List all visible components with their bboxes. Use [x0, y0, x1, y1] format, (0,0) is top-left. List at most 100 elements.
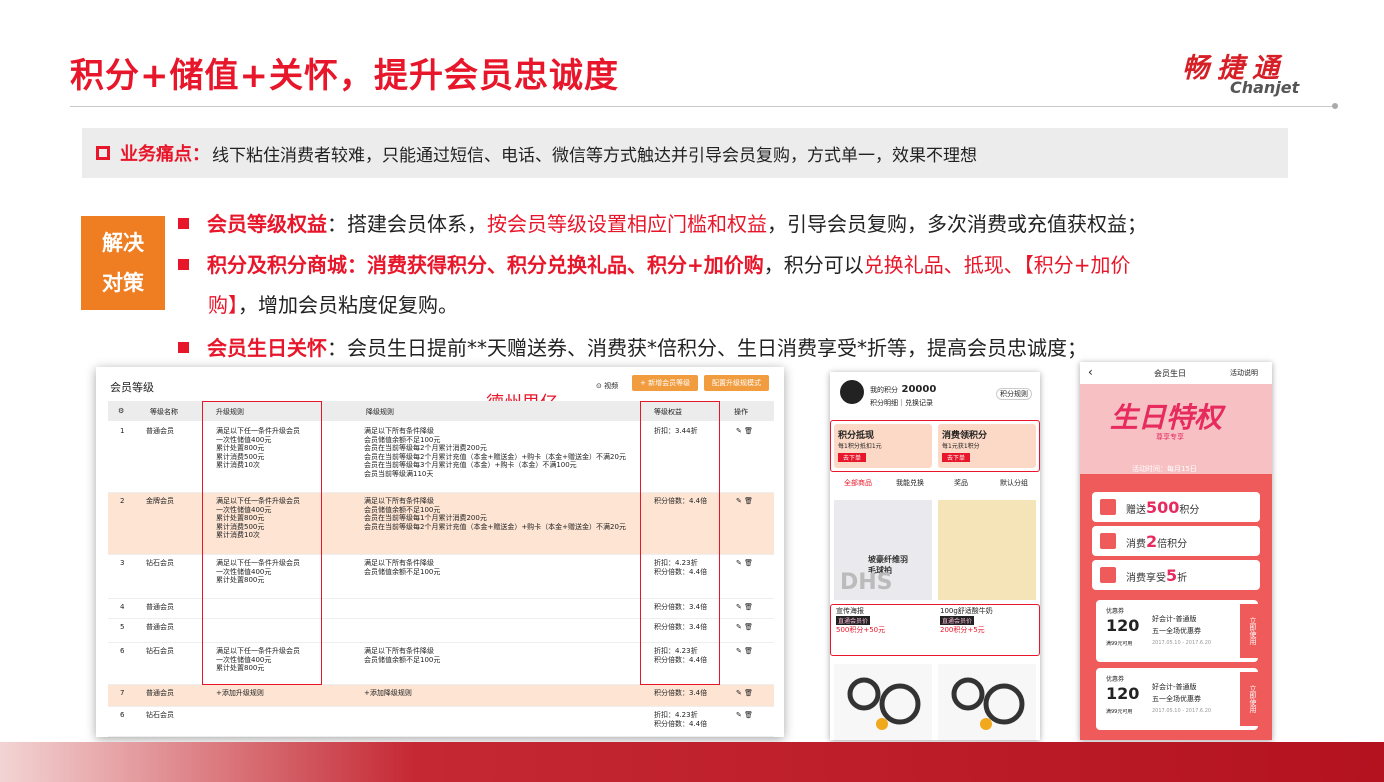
gift-icon	[1100, 533, 1116, 549]
activity-date: 活动时间：每月15日	[1132, 465, 1197, 473]
use-coupon-button[interactable]: 立即使用	[1240, 604, 1258, 658]
highlight-perks	[640, 401, 720, 685]
bullet-highlight: 按会员等级设置相应门槛和权益	[487, 212, 767, 236]
points-rule-button[interactable]: 积分规则	[996, 388, 1032, 400]
coupon-card[interactable]: 优惠券 120 满99元可用 好会计-普通版 五一全场优惠券 2017.05.1…	[1096, 668, 1258, 730]
table-row[interactable]: 6 钻石会员 折扣：4.23折 积分倍数：4.4倍 ✎ 🗑	[108, 707, 774, 737]
bullet-text: ，增加会员粘度促复购。	[238, 293, 458, 317]
edit-icon[interactable]: ✎ 🗑	[736, 623, 753, 631]
level-name: 钻石会员	[146, 711, 174, 719]
banner-sub: 尊享专享	[1156, 433, 1184, 441]
bullet-icon	[178, 342, 189, 353]
product-card-2[interactable]: 100g舒适酸牛奶 直通会员价 200积分+5元	[940, 606, 1036, 635]
rule-link[interactable]: 活动说明	[1230, 368, 1258, 378]
solution-line-2: 对策	[102, 271, 144, 295]
edit-icon[interactable]: ✎ 🗑	[736, 711, 753, 719]
tab-all[interactable]: 全部商品	[844, 478, 872, 488]
racket-image[interactable]: 坡豪纤维羽毛球拍 DHS	[834, 500, 932, 600]
edit-icon[interactable]: ✎ 🗑	[736, 603, 753, 611]
product-card-1[interactable]: 宣传海报 直通会员价 500积分+50元	[836, 606, 932, 635]
bullet-head: 积分及积分商城：消费获得积分、积分兑换礼品、积分+加价购	[207, 253, 764, 277]
config-button[interactable]: 配置升级规模式	[704, 375, 769, 391]
pain-point-bar: 业务痛点： 线下粘住消费者较难，只能通过短信、电话、微信等方式触达并引导会员复购…	[82, 128, 1288, 178]
screen-title: 会员生日	[1154, 369, 1186, 378]
slide-title: 积分+储值+关怀，提升会员忠诚度	[70, 56, 619, 96]
points-mall-screenshot: 我的积分 20000 积分明细｜兑换记录 积分规则 积分抵现 每1积分抵扣1元 去下…	[830, 372, 1040, 740]
bullet-head: 会员等级权益	[207, 212, 327, 236]
edit-icon[interactable]: ✎ 🗑	[736, 689, 753, 697]
bullet-text: ：会员生日提前**天赠送券、消费获*倍积分、生日消费享受*折等，提高会员忠诚度；	[327, 336, 1087, 360]
earn-card[interactable]: 消费领积分 每1元获1积分 去下单	[938, 424, 1036, 468]
bullet-text: ，积分可以	[763, 253, 864, 277]
card-btn[interactable]: 去下单	[838, 453, 866, 462]
settings-icon[interactable]: ⚙	[118, 407, 124, 415]
level-name: 普通会员	[146, 427, 174, 435]
row-number: 7	[120, 689, 125, 697]
exchange-record-link[interactable]: 兑换记录	[905, 399, 933, 407]
edit-icon[interactable]: ✎ 🗑	[736, 427, 753, 435]
downgrade-rules: 满足以下所有条件降级 会员储值余额不足100元 会员在当前等级每2个月累计消费200…	[364, 427, 626, 478]
edit-icon[interactable]: ✎ 🗑	[736, 647, 753, 655]
points-detail-link[interactable]: 积分明细	[870, 399, 898, 407]
product-tag: 直通会员价	[940, 616, 975, 625]
add-level-button[interactable]: + 新增会员等级	[632, 375, 699, 391]
video-link[interactable]: ⊙ 视频	[596, 381, 618, 391]
tab-prizes[interactable]: 奖品	[954, 478, 968, 488]
gears-image	[834, 664, 932, 740]
row-number: 2	[120, 497, 125, 505]
pain-text: 线下粘住消费者较难，只能通过短信、电话、微信等方式触达并引导会员复购，方式单一，…	[212, 145, 977, 166]
divider-dot	[1332, 103, 1338, 109]
bullet-text: ，引导会员复购，多次消费或充值获权益；	[767, 212, 1147, 236]
row-number: 6	[120, 647, 125, 655]
highlight-upgrade	[202, 401, 322, 685]
level-perks: 积分倍数：3.4倍	[654, 689, 708, 697]
downgrade-rules: +添加降级规则	[364, 689, 412, 697]
level-name: 普通会员	[146, 603, 174, 611]
level-name: 钻石会员	[146, 559, 174, 567]
solution-line-1: 解决	[102, 231, 144, 255]
edit-icon[interactable]: ✎ 🗑	[736, 497, 753, 505]
tab-can-exchange[interactable]: 我能兑换	[896, 478, 924, 488]
bullet-points-mall: 积分及积分商城：消费获得积分、积分兑换礼品、积分+加价购，积分可以兑换礼品、抵现…	[178, 245, 1288, 325]
member-level-screenshot: 会员等级 ⊙ 视频 + 新增会员等级 配置升级规模式 德州思亿 ⚙ 等级名称 升…	[96, 367, 784, 737]
product-name: 100g舒适酸牛奶	[940, 607, 993, 615]
pain-label: 业务痛点：	[120, 144, 210, 165]
points-value: 20000	[901, 384, 937, 395]
col-header: 等级名称	[150, 408, 178, 416]
product-price: 500积分+50元	[836, 626, 886, 634]
upgrade-rules: +添加升级规则	[216, 689, 264, 697]
avatar	[840, 380, 864, 404]
tab-default[interactable]: 默认分组	[1000, 478, 1028, 488]
level-perks: 折扣：4.23折 积分倍数：4.4倍	[654, 711, 708, 728]
product-name: 宣传海报	[836, 607, 864, 615]
bullet-head: 会员生日关怀	[207, 336, 327, 360]
milk-image[interactable]	[938, 500, 1036, 600]
cash-card[interactable]: 积分抵现 每1积分抵扣1元 去下单	[834, 424, 932, 468]
product-tag: 直通会员价	[836, 616, 871, 625]
bullet-text: ：搭建会员体系，	[327, 212, 487, 236]
edit-icon[interactable]: ✎ 🗑	[736, 559, 753, 567]
card-title: 消费领积分	[942, 431, 988, 441]
discount-item: 消费享受5折	[1092, 560, 1260, 590]
bullet-member-level: 会员等级权益：搭建会员体系，按会员等级设置相应门槛和权益，引导会员复购，多次消费…	[178, 204, 1288, 244]
screen-title: 会员等级	[110, 381, 154, 394]
row-number: 4	[120, 603, 125, 611]
use-coupon-button[interactable]: 立即使用	[1240, 672, 1258, 726]
coupon-card[interactable]: 优惠券 120 满99元可用 好会计-普通版 五一全场优惠券 2017.05.1…	[1096, 600, 1258, 662]
footer-band	[0, 742, 1384, 782]
card-btn[interactable]: 去下单	[942, 453, 970, 462]
category-tabs: 全部商品 我能兑换 奖品 默认分组	[830, 476, 1040, 492]
col-header: 降级规则	[366, 408, 394, 416]
gift-icon	[1100, 499, 1116, 515]
product-price: 200积分+5元	[940, 626, 985, 634]
bullet-icon	[178, 259, 189, 270]
downgrade-rules: 满足以下所有条件降级 会员储值余额不足100元 会员在当前等级每1个月累计消费200…	[364, 497, 626, 531]
points-label: 我的积分	[870, 386, 898, 394]
level-name: 普通会员	[146, 623, 174, 631]
row-number: 3	[120, 559, 125, 567]
birthday-screenshot: ‹ 会员生日 活动说明 生日特权 尊享专享 活动时间：每月15日 赠送500积分…	[1080, 362, 1272, 740]
row-number: 1	[120, 427, 125, 435]
bullet-highlight: 购】	[208, 293, 238, 317]
table-row[interactable]: 7 普通会员 +添加升级规则 +添加降级规则 积分倍数：3.4倍 ✎ 🗑	[108, 685, 774, 707]
back-icon[interactable]: ‹	[1088, 365, 1093, 379]
